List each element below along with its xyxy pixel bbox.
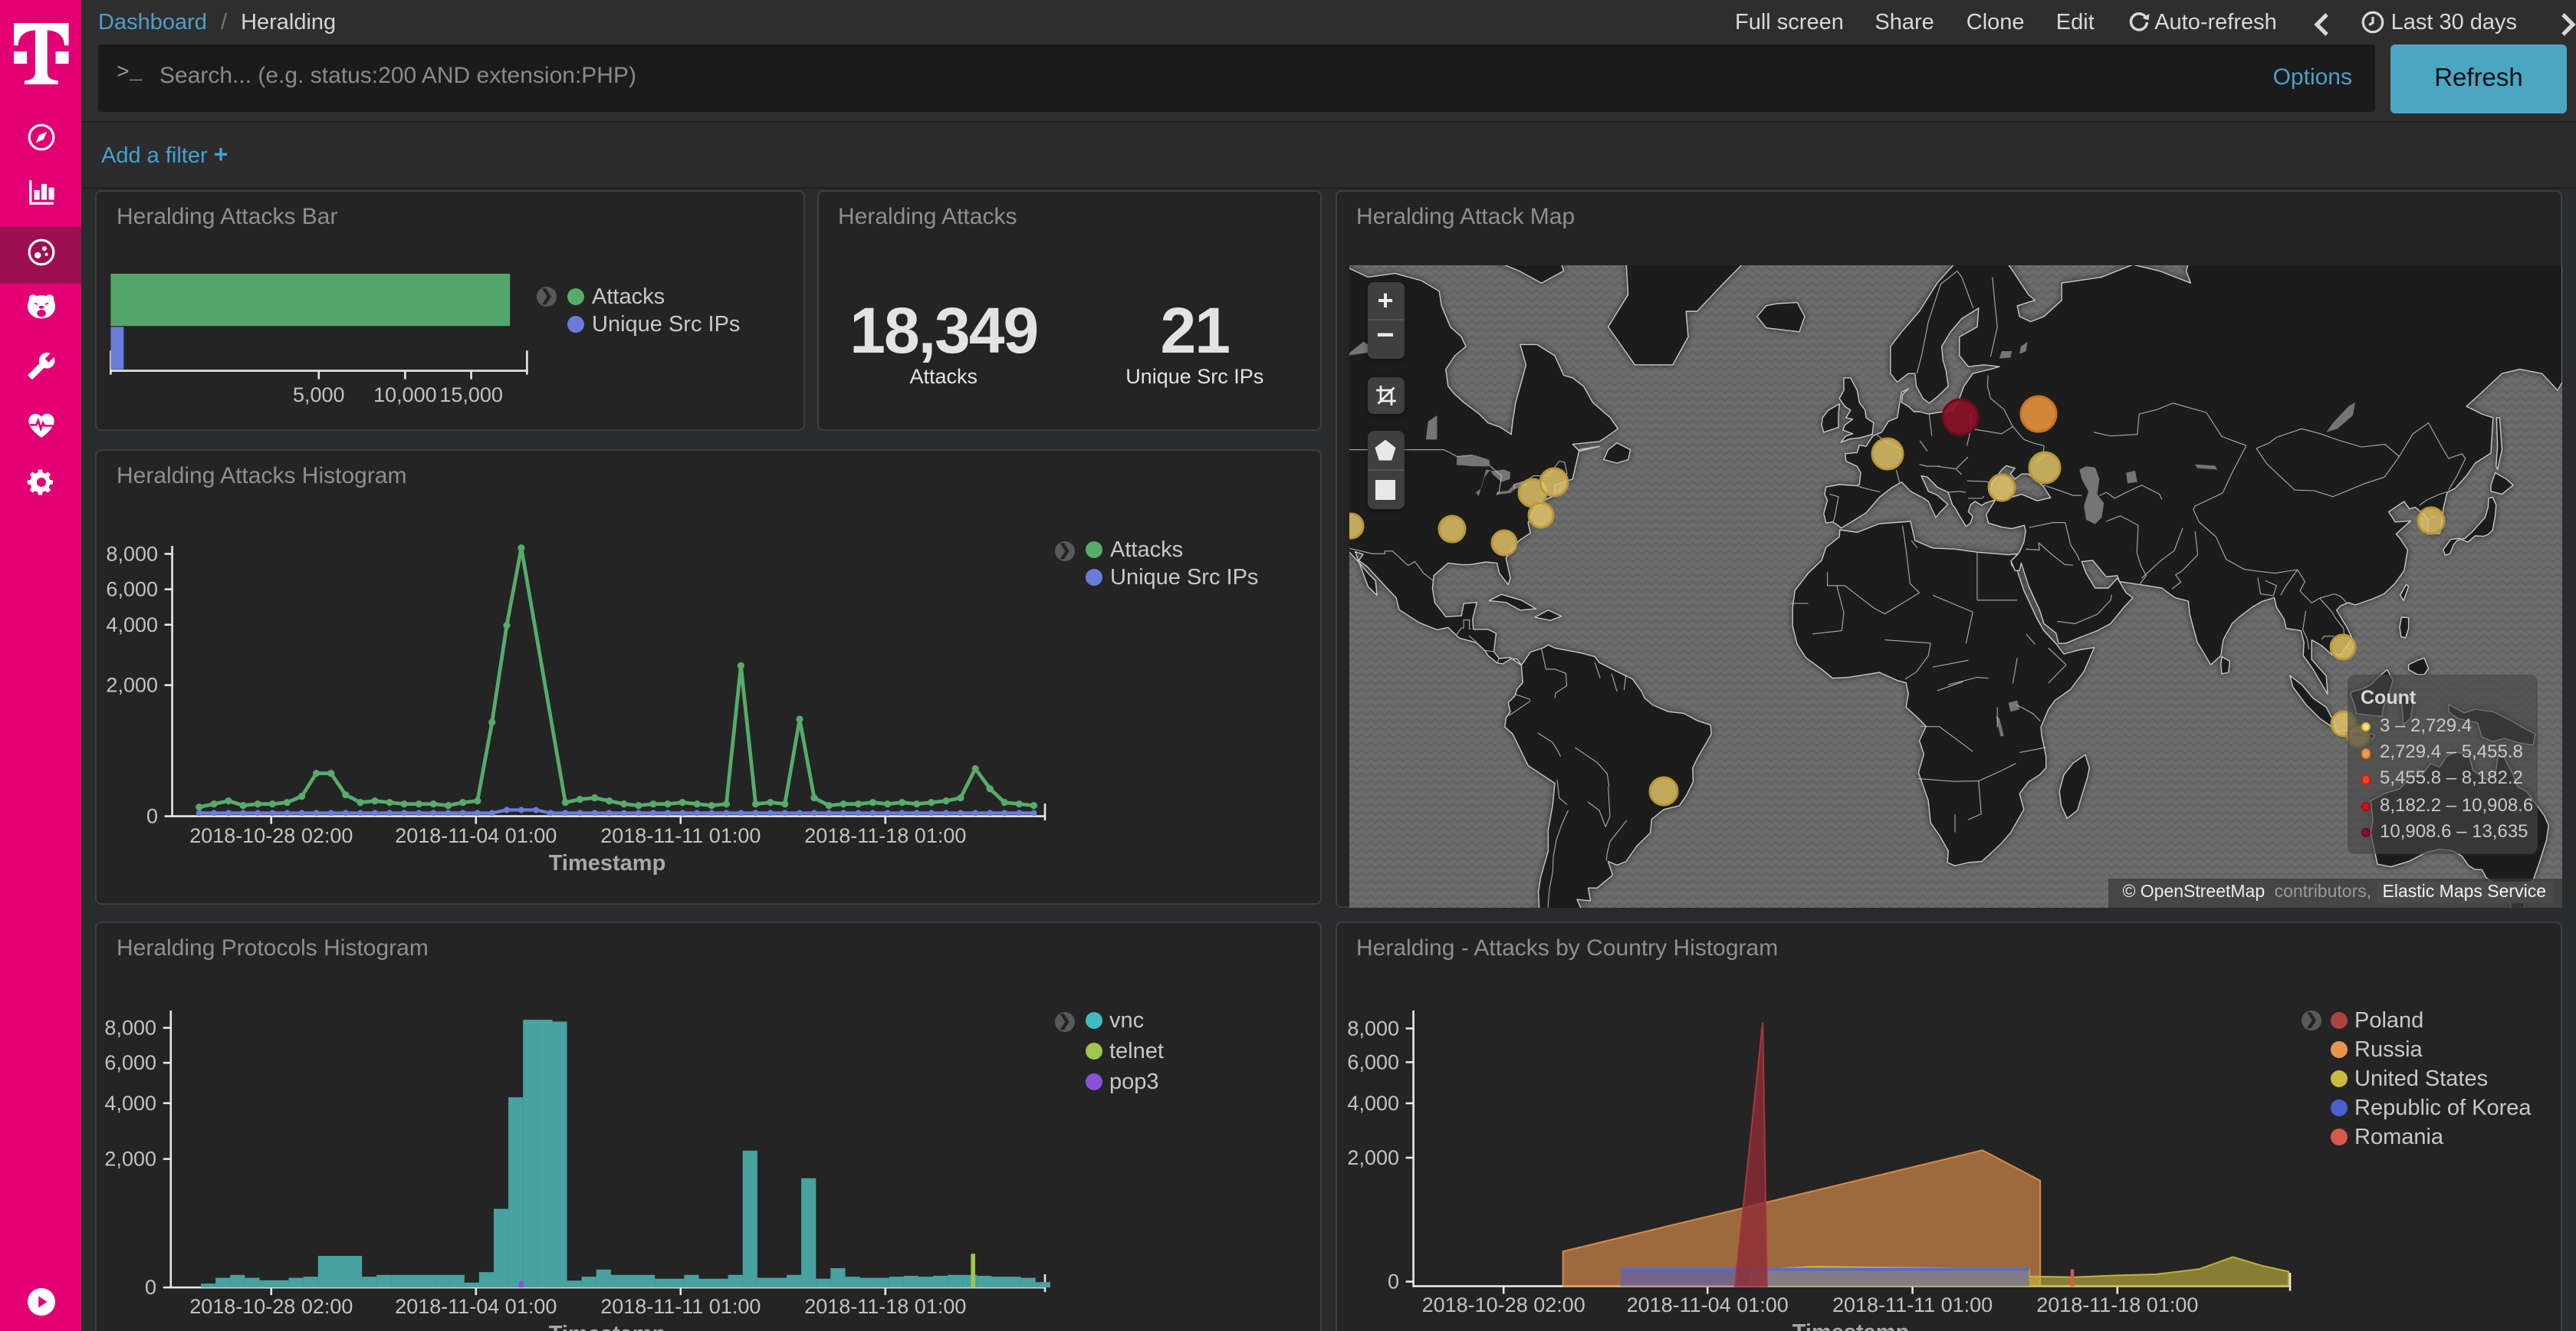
svg-text:0: 0 — [1387, 1270, 1398, 1293]
svg-text:2018-11-04 01:00: 2018-11-04 01:00 — [1626, 1293, 1788, 1316]
svg-text:2018-10-28 02:00: 2018-10-28 02:00 — [189, 824, 353, 847]
svg-text:10,000: 10,000 — [373, 383, 437, 406]
svg-text:5,000: 5,000 — [293, 383, 345, 406]
svg-text:8,000: 8,000 — [106, 542, 158, 565]
svg-text:2018-11-04 01:00: 2018-11-04 01:00 — [395, 824, 557, 847]
svg-text:4,000: 4,000 — [1346, 1092, 1398, 1115]
svg-text:2018-10-28 02:00: 2018-10-28 02:00 — [189, 1295, 353, 1318]
svg-text:6,000: 6,000 — [1346, 1050, 1398, 1073]
svg-text:2018-11-18 01:00: 2018-11-18 01:00 — [2036, 1293, 2197, 1316]
svg-text:2,000: 2,000 — [106, 674, 158, 697]
svg-text:Timestamp: Timestamp — [549, 1322, 666, 1331]
svg-text:2018-11-18 01:00: 2018-11-18 01:00 — [804, 824, 966, 847]
svg-text:8,000: 8,000 — [104, 1017, 156, 1040]
svg-text:2018-11-04 01:00: 2018-11-04 01:00 — [395, 1295, 557, 1318]
svg-text:4,000: 4,000 — [106, 613, 158, 636]
svg-text:8,000: 8,000 — [1346, 1017, 1398, 1040]
svg-text:15,000: 15,000 — [439, 383, 503, 406]
svg-text:2018-11-18 01:00: 2018-11-18 01:00 — [804, 1295, 966, 1318]
svg-text:0: 0 — [146, 805, 158, 828]
svg-text:2,000: 2,000 — [1346, 1146, 1398, 1169]
svg-text:2018-11-11 01:00: 2018-11-11 01:00 — [600, 1295, 761, 1318]
svg-text:2,000: 2,000 — [104, 1148, 156, 1171]
svg-text:2018-10-28 02:00: 2018-10-28 02:00 — [1421, 1293, 1585, 1316]
svg-text:0: 0 — [145, 1276, 156, 1299]
svg-text:Timestamp: Timestamp — [549, 851, 666, 876]
svg-text:6,000: 6,000 — [104, 1051, 156, 1074]
svg-text:2018-11-11 01:00: 2018-11-11 01:00 — [1832, 1293, 1992, 1316]
svg-text:Timestamp: Timestamp — [1792, 1320, 1909, 1331]
svg-text:4,000: 4,000 — [104, 1092, 156, 1115]
svg-text:2018-11-11 01:00: 2018-11-11 01:00 — [600, 824, 761, 847]
svg-text:6,000: 6,000 — [106, 578, 158, 601]
